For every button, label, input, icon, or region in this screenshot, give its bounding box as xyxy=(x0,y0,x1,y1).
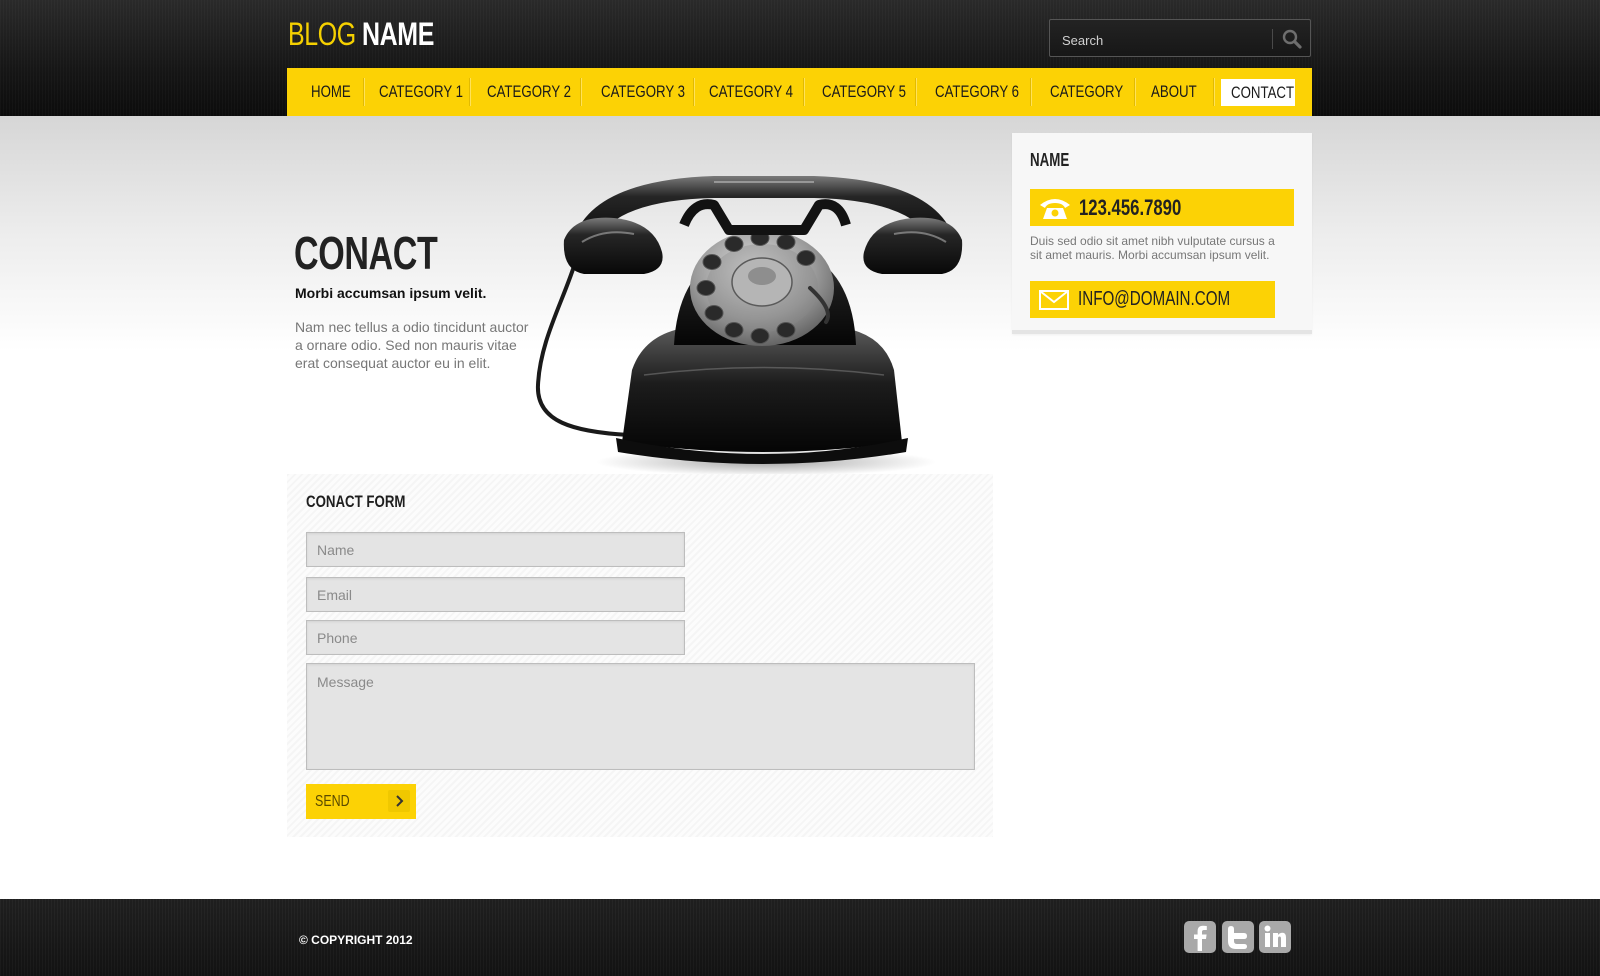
chevron-right-icon xyxy=(388,790,410,812)
email-bar[interactable]: INFO@DOMAIN.COM xyxy=(1030,281,1275,318)
nav-item-category[interactable]: CATEGORY xyxy=(1050,68,1144,116)
nav-divider xyxy=(693,78,694,106)
telephone-icon xyxy=(1040,199,1070,219)
email-address[interactable]: INFO@DOMAIN.COM xyxy=(1078,281,1230,318)
nav-divider xyxy=(580,78,581,106)
contact-form-panel: CONACT FORM SEND xyxy=(287,474,993,837)
nav-divider xyxy=(803,78,804,106)
send-button[interactable]: SEND xyxy=(306,784,416,819)
site-footer: © COPYRIGHT 2012 xyxy=(0,899,1600,976)
search-divider xyxy=(1272,29,1273,49)
name-field[interactable] xyxy=(306,532,685,567)
nav-item-category-5[interactable]: CATEGORY 5 xyxy=(822,68,930,116)
nav-divider xyxy=(1213,78,1214,106)
message-field[interactable] xyxy=(306,663,975,770)
nav-item-category-4[interactable]: CATEGORY 4 xyxy=(709,68,817,116)
main-nav: HOME CATEGORY 1 CATEGORY 2 CATEGORY 3 CA… xyxy=(287,68,1312,116)
search-box xyxy=(1049,19,1311,57)
nav-divider xyxy=(1134,78,1135,106)
search-button[interactable] xyxy=(1278,25,1306,53)
facebook-icon[interactable] xyxy=(1184,921,1216,953)
search-input[interactable] xyxy=(1060,28,1264,52)
nav-item-category-6[interactable]: CATEGORY 6 xyxy=(935,68,1043,116)
copyright-text: © COPYRIGHT 2012 xyxy=(299,933,413,947)
rotary-telephone-icon xyxy=(535,176,963,476)
site-logo[interactable]: BLOG NAME xyxy=(288,14,434,54)
phone-number: 123.456.7890 xyxy=(1079,195,1182,220)
contact-name: NAME xyxy=(1030,150,1070,170)
send-button-label: SEND xyxy=(315,793,350,810)
contact-info-card: NAME 123.456.7890 Duis sed odio sit amet… xyxy=(1012,133,1312,334)
nav-divider xyxy=(469,78,470,106)
nav-item-category-2[interactable]: CATEGORY 2 xyxy=(487,68,595,116)
twitter-icon[interactable] xyxy=(1222,921,1254,953)
contact-form-title: CONACT FORM xyxy=(306,492,406,511)
nav-item-home[interactable]: HOME xyxy=(311,68,362,116)
linkedin-icon[interactable] xyxy=(1259,921,1291,953)
nav-item-about[interactable]: ABOUT xyxy=(1151,68,1210,116)
phone-field[interactable] xyxy=(306,620,685,655)
envelope-icon xyxy=(1039,290,1069,310)
page-title: CONACT xyxy=(294,227,438,279)
contact-description: Duis sed odio sit amet nibh vulputate cu… xyxy=(1030,234,1275,262)
nav-divider xyxy=(363,78,364,106)
hero-description: Nam nec tellus a odio tincidunt auctor a… xyxy=(295,319,529,371)
nav-item-contact[interactable]: CONTACT xyxy=(1221,79,1295,106)
email-field[interactable] xyxy=(306,577,685,612)
nav-item-category-1[interactable]: CATEGORY 1 xyxy=(379,68,487,116)
logo-name-text: NAME xyxy=(362,16,434,52)
nav-divider xyxy=(1030,78,1031,106)
search-icon xyxy=(1282,29,1302,49)
phone-bar: 123.456.7890 xyxy=(1030,189,1294,226)
logo-blog-text: BLOG xyxy=(288,16,356,52)
site-header: BLOGNAME HOME CATEGORY 1 CATEGORY 2 CATE… xyxy=(0,0,1600,116)
nav-divider xyxy=(915,78,916,106)
hero-subtitle: Morbi accumsan ipsum velit. xyxy=(295,285,487,301)
